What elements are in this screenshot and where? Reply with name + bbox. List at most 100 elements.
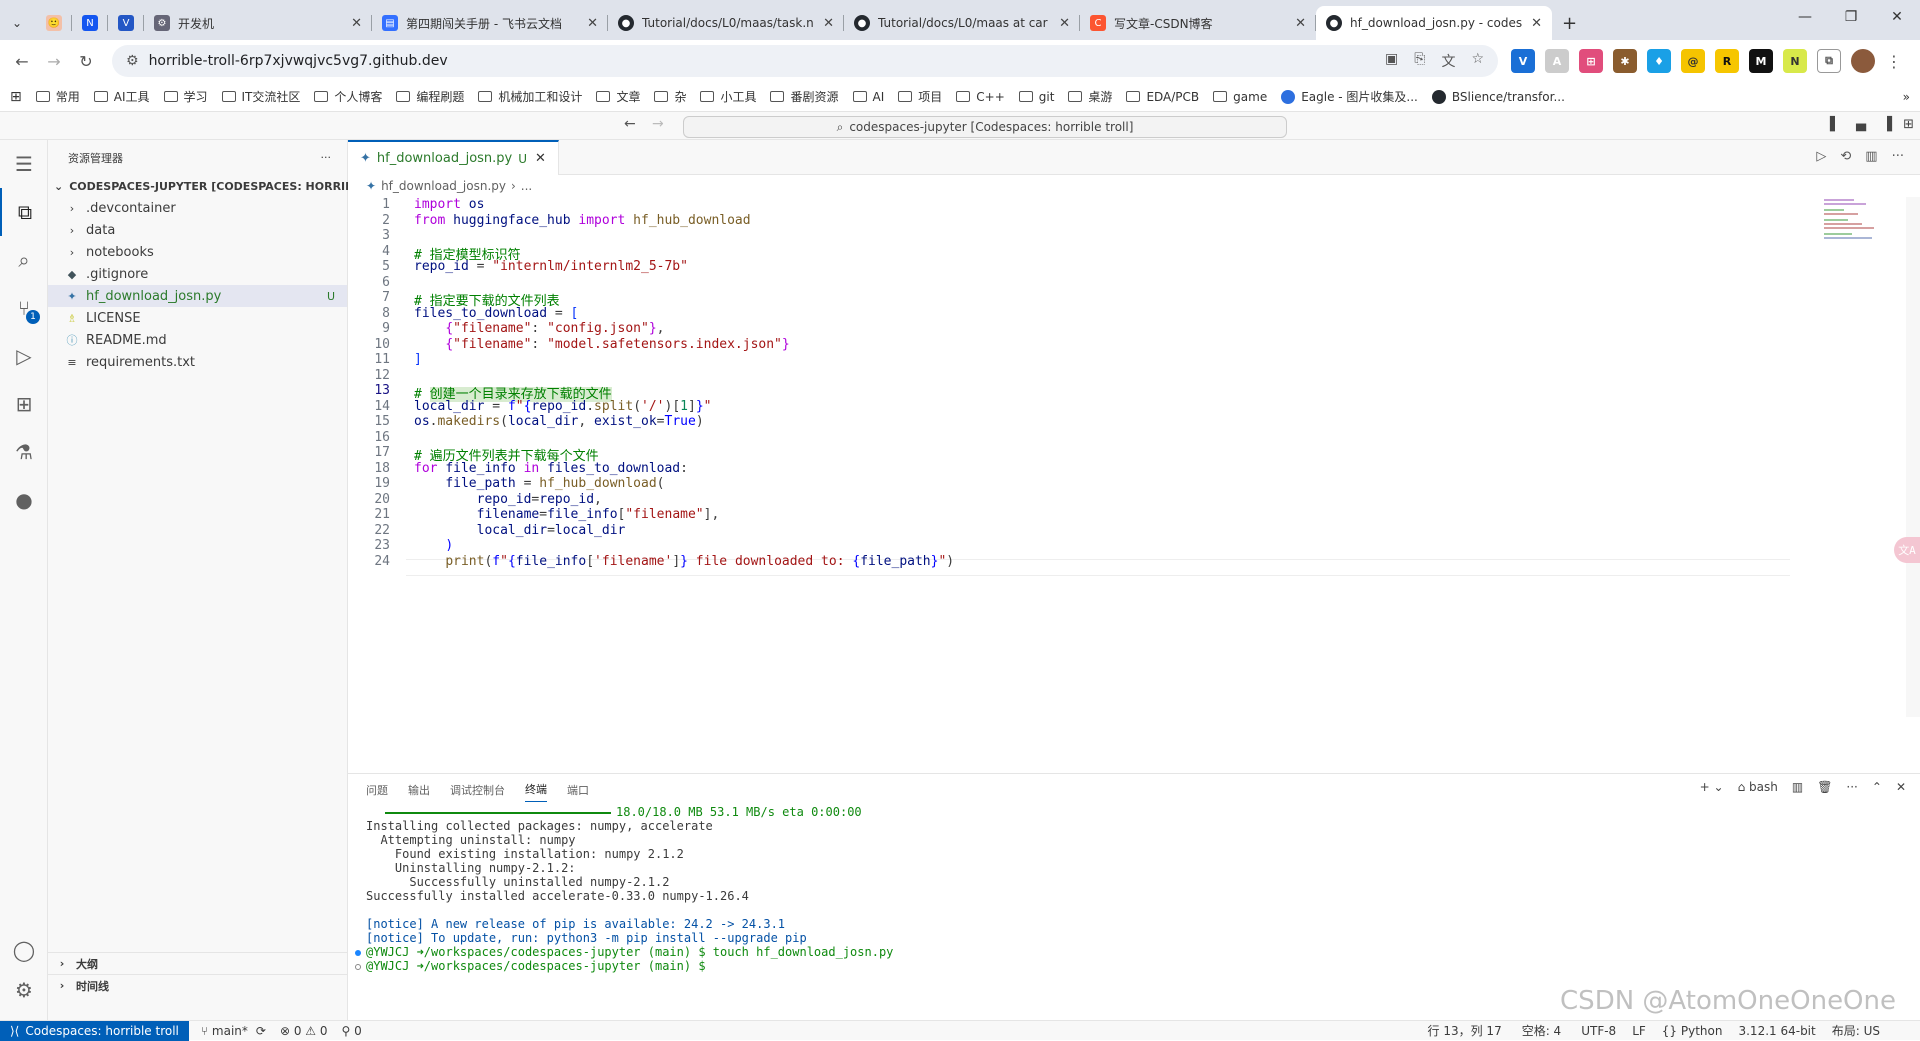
close-icon[interactable]: ✕ (1059, 16, 1070, 31)
extensions-puzzle-icon[interactable]: ⧉ (1817, 49, 1841, 73)
tree-item-license[interactable]: ♗ LICENSE (48, 307, 347, 329)
extension-icon[interactable]: A (1545, 49, 1569, 73)
gear-icon[interactable]: ⚙ (0, 966, 48, 1014)
bookmark-folder[interactable]: 机械加工和设计 (478, 88, 582, 105)
forward-icon[interactable]: → (40, 47, 68, 75)
extension-icon[interactable]: V (1511, 49, 1535, 73)
tab-output[interactable]: 输出 (408, 782, 430, 802)
editor-tab-hf-download[interactable]: ✦ hf_download_josn.py U ✕ (348, 140, 559, 175)
editor-scrollbar[interactable] (1906, 197, 1920, 717)
browser-tab[interactable]: 🙂 (36, 6, 72, 40)
source-control-icon[interactable]: ⑂ 1 (0, 284, 48, 332)
nav-forward-icon[interactable]: → (652, 116, 664, 132)
open-changes-icon[interactable]: ⟲ (1840, 149, 1851, 164)
bookmark-folder[interactable]: 小工具 (700, 88, 756, 105)
command-center[interactable]: ⌕ codespaces-jupyter [Codespaces: horrib… (683, 116, 1287, 138)
translate-icon[interactable]: 文 (1441, 51, 1455, 71)
new-tab-button[interactable]: + (1552, 6, 1588, 40)
bookmark-folder[interactable]: IT交流社区 (221, 88, 300, 105)
tab-debug-console[interactable]: 调试控制台 (450, 782, 505, 802)
toggle-panel-icon[interactable]: ▄ (1856, 117, 1866, 132)
tree-item-devcontainer[interactable]: › .devcontainer (48, 197, 347, 219)
bookmark-folder[interactable]: game (1213, 90, 1267, 104)
toggle-secondary-sidebar-icon[interactable]: ▐ (1882, 117, 1892, 132)
bookmark-folder[interactable]: 编程刷题 (396, 88, 464, 105)
close-icon[interactable]: ✕ (1295, 16, 1306, 31)
browser-tab[interactable]: ▤ 第四期闯关手册 - 飞书云文档 ✕ (372, 6, 608, 40)
tab-ports[interactable]: 端口 (567, 782, 589, 802)
more-actions-icon[interactable]: ··· (1846, 780, 1857, 794)
bookmark-folder[interactable]: 文章 (596, 88, 640, 105)
cursor-position[interactable]: 行 13，列 17 (1428, 1022, 1502, 1039)
ports-indicator[interactable]: ⚲ 0 (342, 1024, 362, 1038)
bookmark-folder[interactable]: C++ (956, 90, 1005, 104)
run-file-icon[interactable]: ▷ (1816, 149, 1826, 164)
tree-item-requirements[interactable]: ≡ requirements.txt (48, 351, 347, 373)
outline-section[interactable]: › 大纲 (48, 952, 347, 974)
tree-item-gitignore[interactable]: ◆ .gitignore (48, 263, 347, 285)
close-icon[interactable]: ✕ (823, 16, 834, 31)
bash-terminal-icon[interactable]: ⌂ bash (1738, 780, 1778, 794)
extension-icon[interactable]: ✱ (1613, 49, 1637, 73)
bookmark-folder[interactable]: AI工具 (93, 88, 150, 105)
browser-tab[interactable]: C 写文章-CSDN博客 ✕ (1080, 6, 1316, 40)
tab-terminal[interactable]: 终端 (525, 781, 547, 802)
url-input[interactable]: ⚙ horrible-troll-6rp7xjvwqjvc5vg7.github… (112, 45, 1498, 77)
language-mode[interactable]: {} Python (1662, 1024, 1723, 1038)
extension-icon[interactable]: @ (1681, 49, 1705, 73)
split-terminal-icon[interactable]: ▥ (1792, 780, 1803, 794)
tab-list-button[interactable]: ⌄ (6, 6, 36, 40)
bookmark-folder[interactable]: git (1018, 90, 1054, 104)
explorer-root[interactable]: ⌄ CODESPACES-JUPYTER [CODESPACES: HORRIBL… (48, 175, 401, 197)
timeline-section[interactable]: › 时间线 (48, 974, 347, 996)
close-window-button[interactable]: ✕ (1874, 0, 1920, 34)
browser-tab[interactable]: V (108, 6, 144, 40)
bookmark-folder[interactable]: 番剧资源 (770, 88, 839, 105)
run-debug-icon[interactable]: ▷ (0, 332, 48, 380)
testing-icon[interactable]: ⚗ (0, 428, 48, 476)
minimap[interactable] (1824, 199, 1884, 241)
split-editor-icon[interactable]: ▥ (1865, 149, 1877, 164)
browser-tab-active[interactable]: ● hf_download_josn.py - codes ✕ (1316, 6, 1552, 40)
tab-problems[interactable]: 问题 (366, 782, 388, 802)
extension-icon[interactable]: M (1749, 49, 1773, 73)
more-actions-icon[interactable]: ··· (1892, 149, 1904, 164)
indentation[interactable]: 空格: 4 (1522, 1022, 1562, 1039)
python-interpreter[interactable]: 3.12.1 64-bit (1738, 1024, 1815, 1038)
bookmark-folder[interactable]: 桌游 (1068, 88, 1112, 105)
sync-icon[interactable]: ⟳ (256, 1024, 266, 1038)
bookmark-folder[interactable]: 学习 (163, 88, 208, 105)
browser-tab[interactable]: N (72, 6, 108, 40)
trash-icon[interactable]: 🗑 (1817, 780, 1832, 794)
bookmark-folder[interactable]: AI (852, 90, 884, 104)
code-editor[interactable]: 1 2 3 4 5 6 7 8 9 10 11 12 13 14 15 16 17 18 19 20 21 22 23 24 … (348, 197, 1920, 717)
bookmark-folder[interactable]: 杂 (654, 88, 686, 105)
minimize-button[interactable]: — (1782, 0, 1828, 34)
keyboard-layout[interactable]: 布局: US (1832, 1022, 1880, 1039)
search-icon[interactable]: ⌕ (0, 236, 48, 284)
bookmark-star-icon[interactable]: ☆ (1471, 51, 1484, 71)
back-icon[interactable]: ← (8, 47, 36, 75)
menu-icon[interactable]: ☰ (0, 140, 48, 188)
browser-tab[interactable]: ● Tutorial/docs/L0/maas/task.n ✕ (608, 6, 844, 40)
bookmark-link[interactable]: Eagle - 图片收集及... (1281, 88, 1418, 105)
more-bookmarks-icon[interactable]: » (1903, 90, 1910, 104)
extension-icon[interactable]: ⊞ (1579, 49, 1603, 73)
bookmark-folder[interactable]: EDA/PCB (1126, 90, 1199, 104)
bookmark-folder[interactable]: 常用 (35, 88, 80, 105)
terminal-prompt[interactable]: @YWJCJ ➜/workspaces/codespaces-jupyter (… (366, 959, 713, 973)
close-panel-icon[interactable]: ✕ (1896, 780, 1906, 794)
close-icon[interactable]: ✕ (351, 16, 362, 31)
extension-icon[interactable]: ♦ (1647, 49, 1671, 73)
tree-item-notebooks[interactable]: › notebooks (48, 241, 347, 263)
close-icon[interactable]: ✕ (587, 16, 598, 31)
close-icon[interactable]: ✕ (1531, 16, 1542, 31)
install-app-icon[interactable]: ⎘ (1414, 51, 1425, 71)
breadcrumb-file[interactable]: hf_download_josn.py (381, 179, 506, 193)
problems-indicator[interactable]: ⊗ 0 ⚠ 0 (280, 1024, 328, 1038)
menu-dots-icon[interactable]: ⋮ (1880, 47, 1908, 75)
reload-icon[interactable]: ↻ (72, 47, 100, 75)
new-terminal-icon[interactable]: + ⌄ (1700, 780, 1724, 794)
translate-float-icon[interactable]: 文A (1894, 537, 1920, 563)
breadcrumb-more[interactable]: ... (521, 179, 532, 193)
